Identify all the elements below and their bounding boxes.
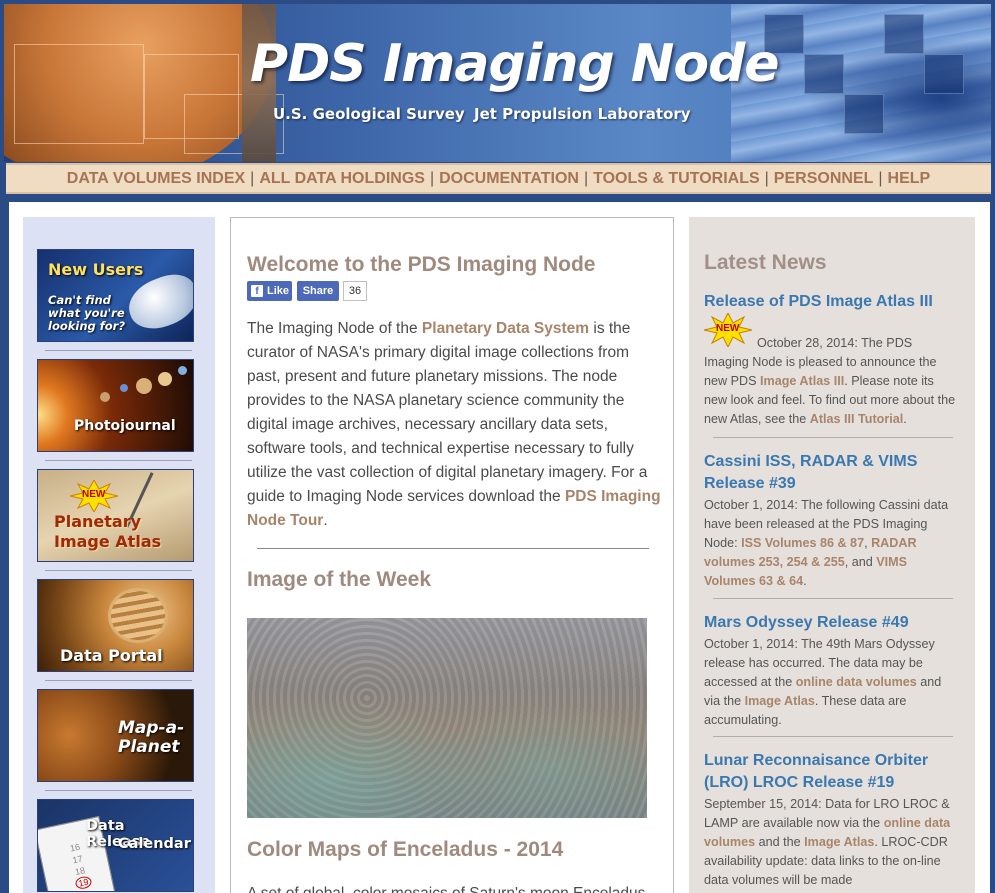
- iss-volumes-link[interactable]: ISS Volumes 86 & 87: [741, 536, 864, 550]
- image-caption-title: Color Maps of Enceladus - 2014: [247, 838, 564, 861]
- usgs-subtitle: U.S. Geological Survey: [273, 105, 465, 123]
- left-sidebar: New Users Can't find what you're looking…: [23, 217, 215, 893]
- facebook-icon: f: [251, 285, 263, 297]
- atlas-iii-tutorial-link[interactable]: Atlas III Tutorial: [810, 412, 904, 426]
- content-area: New Users Can't find what you're looking…: [9, 202, 990, 893]
- nav-data-volumes-index[interactable]: DATA VOLUMES INDEX: [67, 170, 245, 188]
- map-a-planet-line2: Planet: [118, 737, 180, 757]
- latest-news-sidebar: Latest News Release of PDS Image Atlas I…: [689, 217, 975, 893]
- new-badge-text: NEW: [716, 323, 740, 334]
- facebook-share-button[interactable]: Share: [297, 281, 339, 301]
- intro-text: .: [323, 512, 328, 529]
- intro-paragraph: The Imaging Node of the Planetary Data S…: [247, 317, 663, 533]
- image-atlas-iii-link[interactable]: Image Atlas III: [760, 374, 844, 388]
- map-a-planet-line1: Map-a-: [118, 718, 185, 738]
- planet-icon: [120, 384, 128, 392]
- news-title-lro-lroc[interactable]: Lunar Reconnaisance Orbiter (LRO) LROC R…: [704, 750, 954, 794]
- data-release-calendar-tile[interactable]: 16 17 18 19 Data Release Calendar: [37, 799, 194, 892]
- banner-square: [884, 14, 924, 54]
- planet-icon: [136, 378, 152, 394]
- news-body-atlas-iii: October 28, 2014: The PDS Imaging Node i…: [704, 334, 959, 429]
- news-text: , and: [844, 555, 877, 569]
- facebook-like-button[interactable]: f Like: [247, 281, 292, 301]
- intro-text: is the curator of NASA's primary digital…: [247, 320, 648, 505]
- intro-text: The Imaging Node of the: [247, 320, 422, 337]
- news-divider: [713, 437, 953, 438]
- map-a-planet-tile[interactable]: Map-a- Planet: [37, 689, 194, 782]
- online-data-volumes-link[interactable]: online data volumes: [796, 675, 917, 689]
- welcome-heading: Welcome to the PDS Imaging Node: [247, 253, 596, 276]
- calendar-day: 16: [69, 841, 81, 854]
- atlas-line1: Planetary: [54, 512, 142, 531]
- news-text: .: [803, 574, 807, 588]
- enceladus-color-map-image[interactable]: [247, 618, 647, 818]
- new-badge-icon: NEW: [69, 478, 119, 514]
- new-users-title: New Users: [48, 260, 144, 279]
- latest-news-heading: Latest News: [704, 251, 827, 274]
- planet-icon: [158, 372, 172, 386]
- news-title-mars-odyssey[interactable]: Mars Odyssey Release #49: [704, 612, 954, 634]
- nav-personnel[interactable]: PERSONNEL: [774, 170, 874, 188]
- section-divider: [257, 548, 649, 549]
- tile-divider: [45, 350, 192, 351]
- nav-separator: |: [429, 169, 435, 187]
- new-badge-text: NEW: [82, 489, 106, 500]
- tile-divider: [45, 570, 192, 571]
- news-body-cassini: October 1, 2014: The following Cassini d…: [704, 496, 959, 591]
- atlas-line2: Image Atlas: [54, 532, 162, 551]
- image-of-the-week-heading: Image of the Week: [247, 568, 431, 591]
- main-content: Welcome to the PDS Imaging Node f Like S…: [230, 217, 674, 893]
- new-users-tile[interactable]: New Users Can't find what you're looking…: [37, 249, 194, 342]
- news-title-cassini[interactable]: Cassini ISS, RADAR & VIMS Release #39: [704, 451, 954, 495]
- planetary-image-atlas-tile[interactable]: NEW Planetary Image Atlas: [37, 469, 194, 562]
- news-text: and the: [755, 835, 805, 849]
- new-users-line3: looking for?: [48, 319, 126, 333]
- image-caption-text: A set of global, color mosaics of Saturn…: [247, 882, 663, 893]
- photojournal-tile[interactable]: Photojournal: [37, 359, 194, 452]
- nav-tools-tutorials[interactable]: TOOLS & TUTORIALS: [593, 170, 760, 188]
- news-body-mars-odyssey: October 1, 2014: The 49th Mars Odyssey r…: [704, 635, 959, 730]
- news-title-atlas-iii[interactable]: Release of PDS Image Atlas III: [704, 291, 954, 313]
- planet-icon: [100, 392, 110, 402]
- calendar-day-highlight: 19: [74, 875, 93, 891]
- tile-divider: [45, 680, 192, 681]
- nav-documentation[interactable]: DOCUMENTATION: [439, 170, 579, 188]
- calendar-day: 17: [71, 853, 84, 866]
- calendar-line2: Calendar: [118, 836, 191, 852]
- banner-square: [804, 54, 844, 94]
- new-users-line1: Can't find: [48, 293, 111, 307]
- planetary-data-system-link[interactable]: Planetary Data System: [422, 320, 589, 337]
- main-nav: DATA VOLUMES INDEX | ALL DATA HOLDINGS |…: [6, 163, 991, 194]
- nav-help[interactable]: HELP: [888, 170, 931, 188]
- nav-separator: |: [878, 169, 883, 187]
- news-text: .: [903, 412, 907, 426]
- data-portal-label: Data Portal: [60, 646, 163, 665]
- nav-separator: |: [250, 169, 255, 187]
- data-portal-tile[interactable]: Data Portal: [37, 579, 194, 672]
- tile-divider: [45, 460, 192, 461]
- news-divider: [713, 736, 953, 737]
- share-count: 36: [343, 281, 367, 301]
- image-atlas-link[interactable]: Image Atlas: [804, 835, 874, 849]
- news-divider: [713, 598, 953, 599]
- banner-square: [924, 54, 964, 94]
- photojournal-label: Photojournal: [74, 418, 176, 434]
- image-atlas-link[interactable]: Image Atlas: [745, 694, 815, 708]
- tile-divider: [45, 790, 192, 791]
- nav-all-data-holdings[interactable]: ALL DATA HOLDINGS: [259, 170, 425, 188]
- jpl-subtitle: Jet Propulsion Laboratory: [474, 105, 691, 123]
- calendar-day: 18: [74, 865, 86, 878]
- site-banner[interactable]: PDS Imaging Node U.S. Geological Survey …: [4, 4, 991, 162]
- planet-icon: [178, 366, 187, 375]
- banner-frame: [14, 44, 144, 144]
- nav-separator: |: [764, 169, 769, 187]
- new-users-line2: what you're: [48, 306, 125, 320]
- news-body-lro-lroc: September 15, 2014: Data for LRO LROC & …: [704, 795, 959, 890]
- banner-square: [844, 94, 884, 134]
- nav-separator: |: [583, 169, 589, 187]
- site-title: PDS Imaging Node: [250, 34, 780, 94]
- magnifier-icon: [108, 588, 168, 643]
- facebook-like-label: Like: [267, 285, 290, 297]
